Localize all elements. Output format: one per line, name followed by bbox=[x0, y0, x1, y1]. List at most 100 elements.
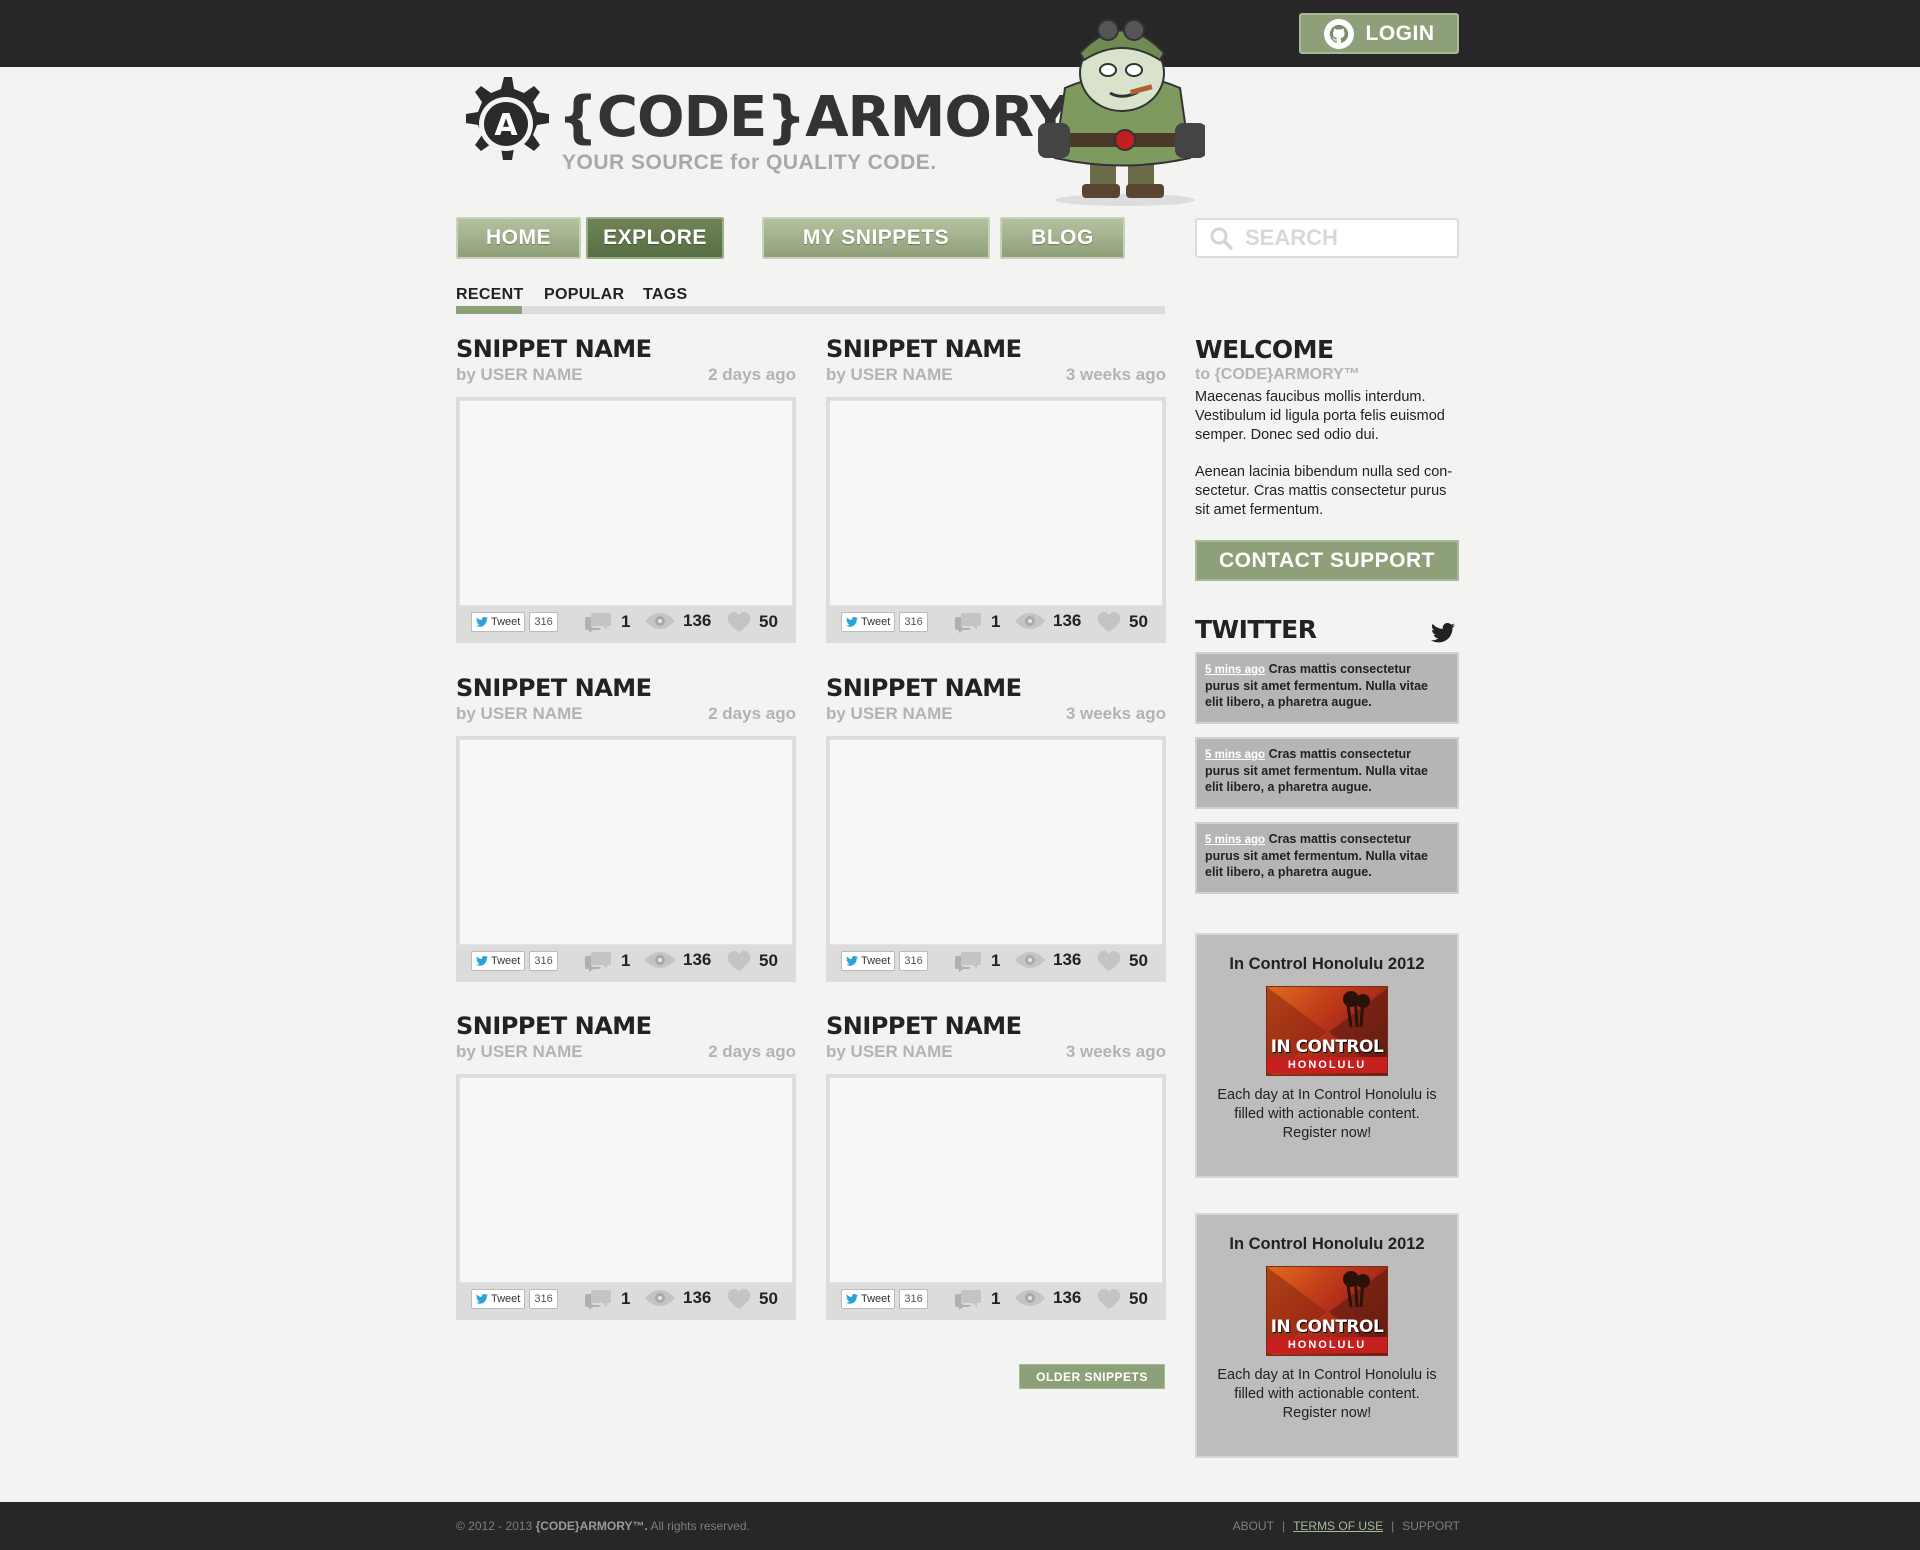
tweet-button[interactable]: Tweet bbox=[841, 951, 896, 971]
snippet-card[interactable]: SNIPPET NAME by USER NAME 2 days ago Twe… bbox=[456, 335, 796, 643]
ad-banner-image[interactable]: IN CONTROL HONOLULU bbox=[1266, 986, 1388, 1076]
ad-banner-line2: HONOLULU bbox=[1267, 1337, 1387, 1353]
snippet-footer: Tweet 316 1 136 50 bbox=[459, 945, 793, 979]
comments-stat[interactable]: 1 bbox=[955, 950, 1000, 972]
ad-text: Each day at In Control Honolulu is fille… bbox=[1217, 1087, 1437, 1141]
footer-link-terms[interactable]: TERMS OF USE bbox=[1293, 1519, 1383, 1533]
snippet-preview[interactable] bbox=[829, 1077, 1163, 1283]
eye-icon bbox=[645, 613, 675, 629]
tab-popular[interactable]: POPULAR bbox=[544, 286, 624, 304]
snippet-author[interactable]: by USER NAME bbox=[826, 1042, 953, 1061]
comments-count: 1 bbox=[991, 612, 1001, 631]
nav-my-snippets-button[interactable]: MY SNIPPETS bbox=[762, 217, 990, 259]
tweet-button[interactable]: Tweet bbox=[841, 612, 896, 632]
tweet-time-link[interactable]: 5 mins ago bbox=[1205, 664, 1265, 676]
snippet-preview[interactable] bbox=[829, 739, 1163, 945]
search-input[interactable] bbox=[1245, 225, 1445, 251]
footer-copyright: © 2012 - 2013 {CODE}ARMORY™. All rights … bbox=[456, 1519, 750, 1533]
views-count: 136 bbox=[1053, 1288, 1082, 1307]
tab-recent[interactable]: RECENT bbox=[456, 286, 524, 304]
footer-link-support[interactable]: SUPPORT bbox=[1402, 1519, 1460, 1533]
footer-link-about[interactable]: ABOUT bbox=[1233, 1519, 1274, 1533]
likes-stat[interactable]: 50 bbox=[1097, 950, 1148, 972]
snippet-preview[interactable] bbox=[829, 400, 1163, 606]
likes-stat[interactable]: 50 bbox=[727, 611, 778, 633]
nav-explore-button[interactable]: EXPLORE bbox=[586, 217, 724, 259]
welcome-panel: WELCOME to {CODE}ARMORY™ Maecenas faucib… bbox=[1195, 335, 1459, 520]
older-snippets-button[interactable]: OLDER SNIPPETS bbox=[1019, 1364, 1165, 1389]
snippet-title[interactable]: SNIPPET NAME bbox=[826, 1012, 1166, 1040]
tweet-time-link[interactable]: 5 mins ago bbox=[1205, 834, 1265, 846]
comments-stat[interactable]: 1 bbox=[955, 1288, 1000, 1310]
snippet-card[interactable]: SNIPPET NAME by USER NAME 2 days ago Twe… bbox=[456, 674, 796, 982]
tweet-label: Tweet bbox=[861, 1293, 891, 1305]
comments-icon bbox=[585, 613, 611, 633]
snippet-author[interactable]: by USER NAME bbox=[826, 704, 953, 723]
contact-support-button[interactable]: CONTACT SUPPORT bbox=[1195, 540, 1459, 581]
heart-icon bbox=[727, 612, 751, 632]
likes-stat[interactable]: 50 bbox=[727, 1288, 778, 1310]
soldier-mascot-illustration bbox=[1038, 19, 1205, 206]
snippet-author[interactable]: by USER NAME bbox=[826, 365, 953, 384]
twitter-heading: TWITTER bbox=[1195, 615, 1317, 644]
snippet-preview[interactable] bbox=[459, 739, 793, 945]
comments-stat[interactable]: 1 bbox=[955, 611, 1000, 633]
views-stat: 136 bbox=[1015, 611, 1081, 631]
welcome-heading: WELCOME bbox=[1195, 335, 1334, 364]
snippet-box: Tweet 316 1 136 50 bbox=[456, 397, 796, 643]
eye-icon bbox=[645, 1290, 675, 1306]
snippet-title[interactable]: SNIPPET NAME bbox=[456, 674, 796, 702]
likes-stat[interactable]: 50 bbox=[1097, 611, 1148, 633]
snippet-title[interactable]: SNIPPET NAME bbox=[456, 1012, 796, 1040]
snippet-author[interactable]: by USER NAME bbox=[456, 704, 583, 723]
snippet-meta: by USER NAME 3 weeks ago bbox=[826, 704, 1166, 726]
likes-count: 50 bbox=[759, 1289, 778, 1308]
tweet-widget: Tweet 316 bbox=[471, 951, 558, 971]
tab-tags[interactable]: TAGS bbox=[643, 286, 687, 304]
snippet-card[interactable]: SNIPPET NAME by USER NAME 3 weeks ago Tw… bbox=[826, 335, 1166, 643]
snippet-preview[interactable] bbox=[459, 400, 793, 606]
ad-panel[interactable]: In Control Honolulu 2012 IN CONTROL HONO… bbox=[1195, 933, 1459, 1178]
site-logo[interactable]: A {CODE}ARMORY™ YOUR SOURCE for QUALITY … bbox=[456, 73, 1086, 178]
snippet-title[interactable]: SNIPPET NAME bbox=[826, 674, 1166, 702]
snippet-footer: Tweet 316 1 136 50 bbox=[459, 1283, 793, 1317]
comments-icon bbox=[585, 1290, 611, 1310]
footer-brand: {CODE}ARMORY™. bbox=[535, 1519, 648, 1533]
snippet-title[interactable]: SNIPPET NAME bbox=[826, 335, 1166, 363]
comments-icon bbox=[955, 1290, 981, 1310]
tweet-button[interactable]: Tweet bbox=[471, 1289, 526, 1309]
snippet-author[interactable]: by USER NAME bbox=[456, 1042, 583, 1061]
welcome-paragraph-1: Maecenas faucibus mollis interdum. Vesti… bbox=[1195, 389, 1445, 443]
snippet-author[interactable]: by USER NAME bbox=[456, 365, 583, 384]
eye-icon bbox=[1015, 952, 1045, 968]
tweet-button[interactable]: Tweet bbox=[841, 1289, 896, 1309]
tweet-time-link[interactable]: 5 mins ago bbox=[1205, 749, 1265, 761]
tabs-active-indicator bbox=[456, 306, 522, 314]
snippet-title[interactable]: SNIPPET NAME bbox=[456, 335, 796, 363]
nav-home-button[interactable]: HOME bbox=[456, 217, 581, 259]
snippet-preview[interactable] bbox=[459, 1077, 793, 1283]
comments-count: 1 bbox=[621, 612, 631, 631]
tweet-button[interactable]: Tweet bbox=[471, 612, 526, 632]
snippet-card[interactable]: SNIPPET NAME by USER NAME 3 weeks ago Tw… bbox=[826, 674, 1166, 982]
snippet-box: Tweet 316 1 136 50 bbox=[826, 1074, 1166, 1320]
likes-stat[interactable]: 50 bbox=[1097, 1288, 1148, 1310]
welcome-sub-brand: {CODE}ARMORY™ bbox=[1214, 366, 1360, 383]
tweet-count: 316 bbox=[529, 1289, 558, 1309]
tweet-widget: Tweet 316 bbox=[841, 612, 928, 632]
ad-banner-image[interactable]: IN CONTROL HONOLULU bbox=[1266, 1266, 1388, 1356]
comments-stat[interactable]: 1 bbox=[585, 1288, 630, 1310]
tweet-button[interactable]: Tweet bbox=[471, 951, 526, 971]
tweet-count: 316 bbox=[899, 612, 928, 632]
comments-stat[interactable]: 1 bbox=[585, 611, 630, 633]
comments-stat[interactable]: 1 bbox=[585, 950, 630, 972]
nav-blog-button[interactable]: BLOG bbox=[1000, 217, 1125, 259]
twitter-bird-icon bbox=[846, 1294, 858, 1304]
twitter-bird-icon[interactable] bbox=[1431, 623, 1455, 643]
ad-panel[interactable]: In Control Honolulu 2012 IN CONTROL HONO… bbox=[1195, 1213, 1459, 1458]
likes-stat[interactable]: 50 bbox=[727, 950, 778, 972]
login-button[interactable]: LOGIN bbox=[1299, 13, 1459, 54]
likes-count: 50 bbox=[1129, 612, 1148, 631]
snippet-card[interactable]: SNIPPET NAME by USER NAME 3 weeks ago Tw… bbox=[826, 1012, 1166, 1320]
snippet-card[interactable]: SNIPPET NAME by USER NAME 2 days ago Twe… bbox=[456, 1012, 796, 1320]
